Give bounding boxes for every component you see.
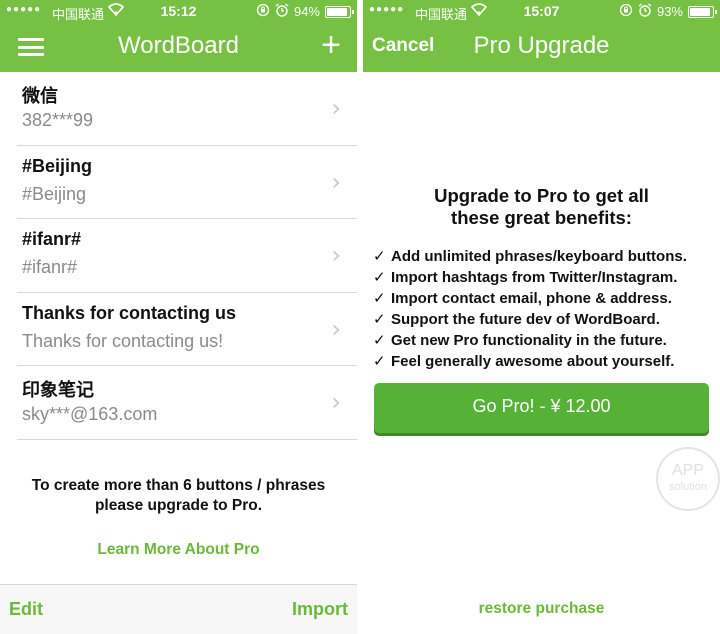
upgrade-note-line: please upgrade to Pro. [94,497,263,514]
pro-upgrade-screen: ●●●●● 中国联通 15:07 93% Cancel Pro Upgrade … [363,0,720,634]
item-subtitle: sky***@163.com [22,404,158,424]
item-title: 微信 [22,86,58,106]
benefit-text: Support the future dev of WordBoard. [391,311,660,328]
add-icon[interactable]: + [321,28,341,62]
alarm-icon [275,3,289,20]
bottom-toolbar: Edit Import [0,584,357,634]
checkmark-icon: ✓ [373,331,386,349]
edit-button[interactable]: Edit [9,599,43,620]
upgrade-note-line: To create more than 6 buttons / phrases [31,477,326,494]
wordboard-screen: ●●●●● 中国联通 15:12 94% WordBoard + 微信 382*… [0,0,357,634]
chevron-right-icon: › [331,94,341,122]
chevron-right-icon: › [331,314,341,343]
go-pro-button[interactable]: Go Pro! - ¥ 12.00 [374,383,709,433]
benefits-heading: Upgrade to Pro to get all these great be… [363,185,720,229]
list-item: ✓ Feel generally awesome about yourself. [373,351,687,372]
battery-fill [690,7,710,16]
item-subtitle: Thanks for contacting us! [22,330,224,351]
heading-line: Upgrade to Pro to get all [434,185,649,206]
item-title: Thanks for contacting us [22,302,237,323]
alarm-icon [638,3,652,20]
list-item: ✓ Import hashtags from Twitter/Instagram. [373,267,687,288]
status-bar: ●●●●● 中国联通 15:12 94% [0,0,357,23]
benefit-text: Import contact email, phone & address. [391,290,672,307]
watermark-top: APP [671,462,704,479]
upgrade-note: To create more than 6 buttons / phrases … [0,476,357,516]
watermark-bottom: solution [669,481,707,493]
app-solution-watermark: APP solution [656,447,720,511]
rotation-lock-icon [619,3,633,20]
item-title: #ifanr# [22,229,82,249]
list-item: ✓ Support the future dev of WordBoard. [373,309,687,330]
list-item[interactable]: #ifanr# #ifanr# › [17,219,357,293]
phrase-list: 微信 382***99 › #Beijing #Beijing › #ifanr… [0,72,357,440]
status-bar: ●●●●● 中国联通 15:07 93% [363,0,720,23]
chevron-right-icon: › [331,167,341,196]
list-item[interactable]: #Beijing #Beijing › [17,146,357,219]
nav-bar: WordBoard + [0,22,357,72]
chevron-right-icon: › [331,388,341,416]
list-item: ✓ Get new Pro functionality in the future… [373,330,687,351]
import-button[interactable]: Import [292,599,348,620]
benefits-list: ✓ Add unlimited phrases/keyboard buttons.… [373,246,687,372]
page-title: WordBoard [118,32,239,59]
rotation-lock-icon [256,3,270,20]
checkmark-icon: ✓ [373,289,386,307]
benefit-text: Feel generally awesome about yourself. [391,353,675,370]
restore-purchase-link[interactable]: restore purchase [363,600,720,618]
list-item[interactable]: 印象笔记 sky***@163.com › [17,366,357,440]
item-title: #Beijing [22,155,93,176]
benefit-text: Import hashtags from Twitter/Instagram. [391,269,678,286]
item-subtitle: #Beijing [22,183,87,204]
checkmark-icon: ✓ [373,310,386,328]
battery-icon [325,5,354,18]
learn-more-link[interactable]: Learn More About Pro [0,541,357,559]
list-item: ✓ Add unlimited phrases/keyboard buttons. [373,246,687,267]
checkmark-icon: ✓ [373,247,386,265]
item-title: 印象笔记 [22,380,94,400]
list-item[interactable]: 微信 382***99 › [17,72,357,146]
page-title: Pro Upgrade [473,32,610,59]
checkmark-icon: ✓ [373,268,386,286]
list-item: ✓ Import contact email, phone & address. [373,288,687,309]
battery-percent: 94% [293,4,320,19]
checkmark-icon: ✓ [373,352,386,370]
chevron-right-icon: › [331,241,341,269]
heading-line: these great benefits: [451,207,632,228]
benefit-text: Get new Pro functionality in the future. [391,332,667,349]
nav-bar: Cancel Pro Upgrade [363,22,720,72]
battery-fill [327,7,347,16]
item-subtitle: #ifanr# [22,257,78,277]
battery-icon [688,5,717,18]
battery-percent: 93% [656,4,683,19]
list-item[interactable]: Thanks for contacting us Thanks for cont… [17,293,357,366]
item-subtitle: 382***99 [22,110,94,130]
benefit-text: Add unlimited phrases/keyboard buttons. [391,248,687,265]
